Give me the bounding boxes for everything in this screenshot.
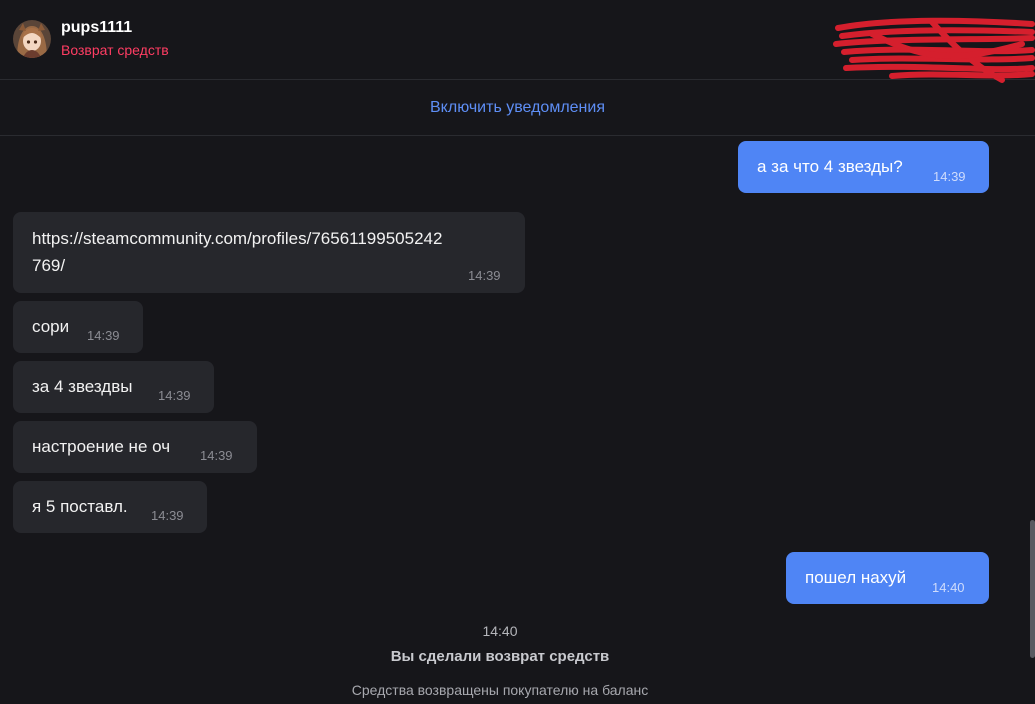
message-text: сори (32, 317, 70, 336)
message-bubble-incoming: настроение не оч 14:39 (13, 421, 257, 473)
message-bubble-outgoing: а за что 4 звезды? 14:39 (738, 141, 989, 193)
system-notice-time: 14:40 (482, 623, 518, 639)
message-text: а за что 4 звезды? (757, 157, 903, 176)
avatar[interactable] (13, 20, 51, 58)
message-time: 14:39 (151, 508, 184, 523)
message-time: 14:40 (932, 580, 965, 595)
message-time: 14:39 (158, 388, 191, 403)
deal-status: Возврат средств (61, 42, 169, 58)
chat-header: pups1111 Возврат средств (0, 0, 1035, 83)
message-time: 14:39 (933, 169, 966, 184)
message-bubble-outgoing: пошел нахуй 14:40 (786, 552, 989, 604)
system-notice-title: Вы сделали возврат средств (390, 648, 610, 665)
notifications-bar: Включить уведомления (0, 80, 1035, 136)
redaction-scribble (833, 17, 1035, 83)
system-notice-description: Средства возвращены покупателю на баланс (351, 682, 649, 698)
chat-window: pups1111 Возврат средств Включить уведом… (0, 0, 1035, 704)
message-bubble-incoming: за 4 звездвы 14:39 (13, 361, 214, 413)
message-text: пошел нахуй (805, 568, 907, 587)
message-text-line1[interactable]: https://steamcommunity.com/profiles/7656… (32, 224, 442, 254)
message-bubble-incoming: сори 14:39 (13, 301, 143, 353)
anime-girl-avatar-icon (13, 20, 51, 58)
message-bubble-incoming: я 5 поставл. 14:39 (13, 481, 207, 533)
message-time: 14:39 (87, 328, 120, 343)
enable-notifications-link[interactable]: Включить уведомления (430, 99, 605, 117)
message-text: за 4 звездвы (32, 377, 133, 396)
message-text: настроение не оч (32, 437, 171, 456)
message-bubble-incoming: https://steamcommunity.com/profiles/7656… (13, 212, 525, 293)
username[interactable]: pups1111 (61, 19, 132, 37)
message-text-line2[interactable]: 769/ (32, 251, 65, 281)
message-time: 14:39 (200, 448, 233, 463)
message-text: я 5 поставл. (32, 497, 128, 516)
message-time: 14:39 (468, 268, 501, 283)
scrollbar-thumb[interactable] (1030, 520, 1035, 658)
